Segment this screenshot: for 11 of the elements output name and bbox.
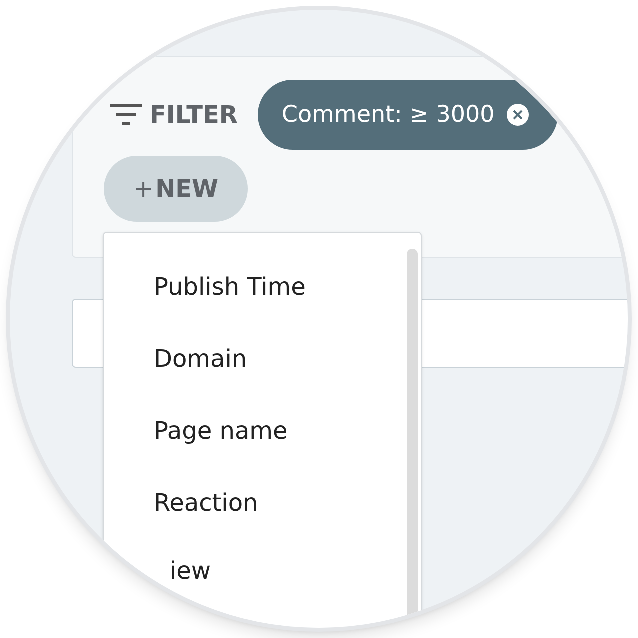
filter-icon — [110, 104, 142, 126]
menu-item[interactable]: Publish Time — [154, 273, 306, 301]
menu-item[interactable]: Reaction — [154, 489, 258, 517]
chip-label: Comment: ≥ 3000 — [282, 100, 495, 130]
menu-item[interactable]: Page name — [154, 417, 288, 445]
new-button[interactable]: +NEW — [104, 156, 248, 222]
filter-chip[interactable]: Comment: ≥ 3000 — [258, 80, 558, 150]
filter-label[interactable]: FILTER — [150, 97, 238, 133]
menu-item[interactable]: iew — [170, 557, 212, 585]
menu-item[interactable]: Domain — [154, 345, 248, 373]
close-icon[interactable] — [506, 104, 529, 126]
